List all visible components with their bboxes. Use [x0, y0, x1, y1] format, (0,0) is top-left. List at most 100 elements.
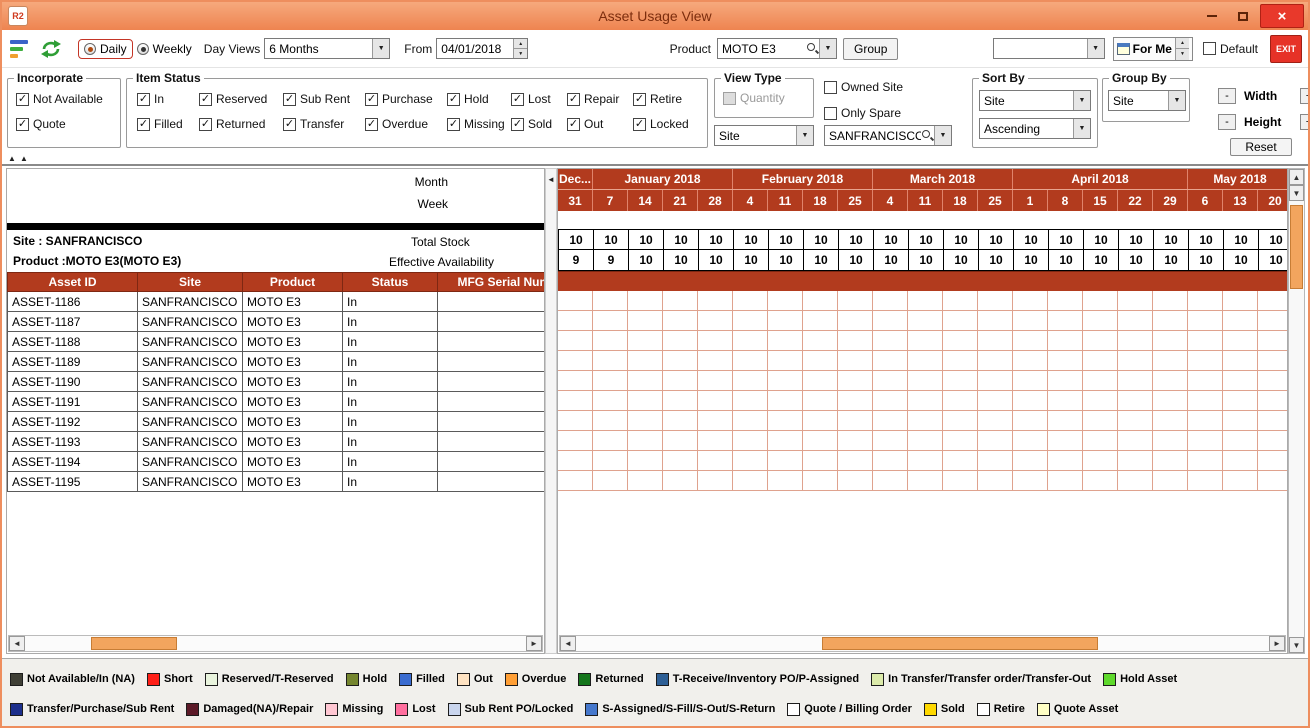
for-me-button[interactable]: For Me ▲▼ [1113, 37, 1193, 61]
status-reserved[interactable]: ✓Reserved [199, 92, 283, 106]
right-horizontal-scrollbar[interactable]: ◄ ► [559, 635, 1286, 652]
status-in[interactable]: ✓In [137, 92, 199, 106]
group-button[interactable]: Group [843, 38, 898, 60]
table-row[interactable]: ASSET-1192SANFRANCISCOMOTO E3In [8, 412, 546, 432]
maximize-button[interactable] [1229, 5, 1257, 27]
height-decrease-button[interactable]: - [1218, 114, 1236, 130]
status-retire[interactable]: ✓Retire [633, 92, 693, 106]
weekly-radio[interactable]: Weekly [137, 42, 192, 56]
status-sub-rent[interactable]: ✓Sub Rent [283, 92, 365, 106]
status-sub-rent-box[interactable]: ✓ [283, 93, 296, 106]
column-header-mfg-serial-numb[interactable]: MFG Serial Numb [438, 273, 546, 292]
status-overdue[interactable]: ✓Overdue [365, 117, 447, 131]
scrollbar-thumb[interactable] [822, 637, 1098, 650]
quantity-checkbox[interactable]: Quantity [723, 91, 785, 105]
sort-field-select[interactable]: Site ▼ [979, 90, 1091, 111]
status-transfer[interactable]: ✓Transfer [283, 117, 365, 131]
scroll-right-icon[interactable]: ► [526, 636, 542, 651]
status-lost[interactable]: ✓Lost [511, 92, 567, 106]
status-retire-box[interactable]: ✓ [633, 93, 646, 106]
status-overdue-box[interactable]: ✓ [365, 118, 378, 131]
reset-button[interactable]: Reset [1230, 138, 1292, 156]
spinner-down-icon[interactable]: ▼ [514, 48, 527, 58]
status-repair[interactable]: ✓Repair [567, 92, 633, 106]
collapse-up-icon[interactable]: ▲ [8, 155, 16, 163]
sort-levels-icon[interactable] [10, 40, 32, 58]
refresh-icon[interactable] [40, 39, 62, 59]
scrollbar-thumb[interactable] [91, 637, 177, 650]
chevron-down-icon[interactable]: ▼ [819, 39, 836, 58]
collapse-up-icon[interactable]: ▲ [20, 155, 28, 163]
incorporate-quote[interactable]: ✓Quote [16, 117, 120, 131]
search-icon[interactable] [806, 42, 819, 55]
close-button[interactable]: × [1260, 4, 1304, 28]
chevron-down-icon[interactable]: ▼ [1073, 91, 1090, 110]
table-row[interactable]: ASSET-1191SANFRANCISCOMOTO E3In [8, 392, 546, 412]
chevron-down-icon[interactable]: ▼ [796, 126, 813, 145]
weekly-radio-circle[interactable] [137, 43, 149, 55]
panel-splitter[interactable]: ◄ [545, 168, 557, 654]
chevron-down-icon[interactable]: ▼ [372, 39, 389, 58]
site-filter-combo[interactable]: SANFRANCISCO ▼ [824, 125, 952, 146]
minimize-button[interactable] [1198, 5, 1226, 27]
scroll-right-icon[interactable]: ► [1269, 636, 1285, 651]
owned-site-checkbox[interactable]: Owned Site [824, 80, 903, 94]
status-filled-box[interactable]: ✓ [137, 118, 150, 131]
table-row[interactable]: ASSET-1186SANFRANCISCOMOTO E3In [8, 292, 546, 312]
spinner-up-icon[interactable]: ▲ [1176, 38, 1189, 49]
incorporate-not-available-box[interactable]: ✓ [16, 93, 29, 106]
daily-radio-circle[interactable] [84, 43, 96, 55]
status-missing-box[interactable]: ✓ [447, 118, 460, 131]
table-row[interactable]: ASSET-1189SANFRANCISCOMOTO E3In [8, 352, 546, 372]
status-repair-box[interactable]: ✓ [567, 93, 580, 106]
only-spare-checkbox[interactable]: Only Spare [824, 106, 901, 120]
incorporate-not-available[interactable]: ✓Not Available [16, 92, 120, 106]
status-returned-box[interactable]: ✓ [199, 118, 212, 131]
status-locked[interactable]: ✓Locked [633, 117, 693, 131]
scrollbar-thumb[interactable] [1290, 205, 1303, 289]
scroll-down-icon[interactable]: ▼ [1289, 637, 1304, 653]
spinner-down-icon[interactable]: ▼ [1176, 48, 1189, 60]
table-row[interactable]: ASSET-1190SANFRANCISCOMOTO E3In [8, 372, 546, 392]
status-transfer-box[interactable]: ✓ [283, 118, 296, 131]
chevron-down-icon[interactable]: ▼ [1087, 39, 1104, 58]
quantity-checkbox-box[interactable] [723, 92, 736, 105]
collapse-left-icon[interactable]: ◄ [547, 175, 555, 184]
default-checkbox-box[interactable] [1203, 42, 1216, 55]
status-missing[interactable]: ✓Missing [447, 117, 511, 131]
exit-button[interactable]: EXIT [1270, 35, 1302, 63]
table-row[interactable]: ASSET-1194SANFRANCISCOMOTO E3In [8, 452, 546, 472]
status-out-box[interactable]: ✓ [567, 118, 580, 131]
chevron-down-icon[interactable]: ▼ [934, 126, 951, 145]
height-increase-button[interactable]: + [1300, 114, 1310, 130]
owned-site-checkbox-box[interactable] [824, 81, 837, 94]
for-me-spinner[interactable]: ▲▼ [1175, 38, 1189, 60]
from-date-input[interactable]: 04/01/2018 ▲▼ [436, 38, 528, 59]
width-decrease-button[interactable]: - [1218, 88, 1236, 104]
status-purchase[interactable]: ✓Purchase [365, 92, 447, 106]
date-spinner[interactable]: ▲▼ [513, 39, 527, 58]
status-filled[interactable]: ✓Filled [137, 117, 199, 131]
status-lost-box[interactable]: ✓ [511, 93, 524, 106]
table-row[interactable]: ASSET-1187SANFRANCISCOMOTO E3In [8, 312, 546, 332]
width-increase-button[interactable]: + [1300, 88, 1310, 104]
splitter-divider[interactable]: ▲ ▲ [2, 158, 1308, 166]
default-checkbox[interactable]: Default [1203, 42, 1258, 56]
view-type-site-select[interactable]: Site ▼ [714, 125, 814, 146]
status-out[interactable]: ✓Out [567, 117, 633, 131]
status-sold-box[interactable]: ✓ [511, 118, 524, 131]
table-row[interactable]: ASSET-1193SANFRANCISCOMOTO E3In [8, 432, 546, 452]
table-row[interactable]: ASSET-1195SANFRANCISCOMOTO E3In [8, 472, 546, 492]
search-icon[interactable] [921, 129, 934, 142]
chevron-down-icon[interactable]: ▼ [1168, 91, 1185, 110]
chevron-down-icon[interactable]: ▼ [1073, 119, 1090, 138]
day-views-select[interactable]: 6 Months ▼ [264, 38, 390, 59]
column-header-product[interactable]: Product [243, 273, 343, 292]
scroll-left-icon[interactable]: ◄ [9, 636, 25, 651]
column-header-asset-id[interactable]: Asset ID [8, 273, 138, 292]
column-header-site[interactable]: Site [138, 273, 243, 292]
preset-select[interactable]: ▼ [993, 38, 1105, 59]
only-spare-checkbox-box[interactable] [824, 107, 837, 120]
table-row[interactable]: ASSET-1188SANFRANCISCOMOTO E3In [8, 332, 546, 352]
left-horizontal-scrollbar[interactable]: ◄ ► [8, 635, 543, 652]
